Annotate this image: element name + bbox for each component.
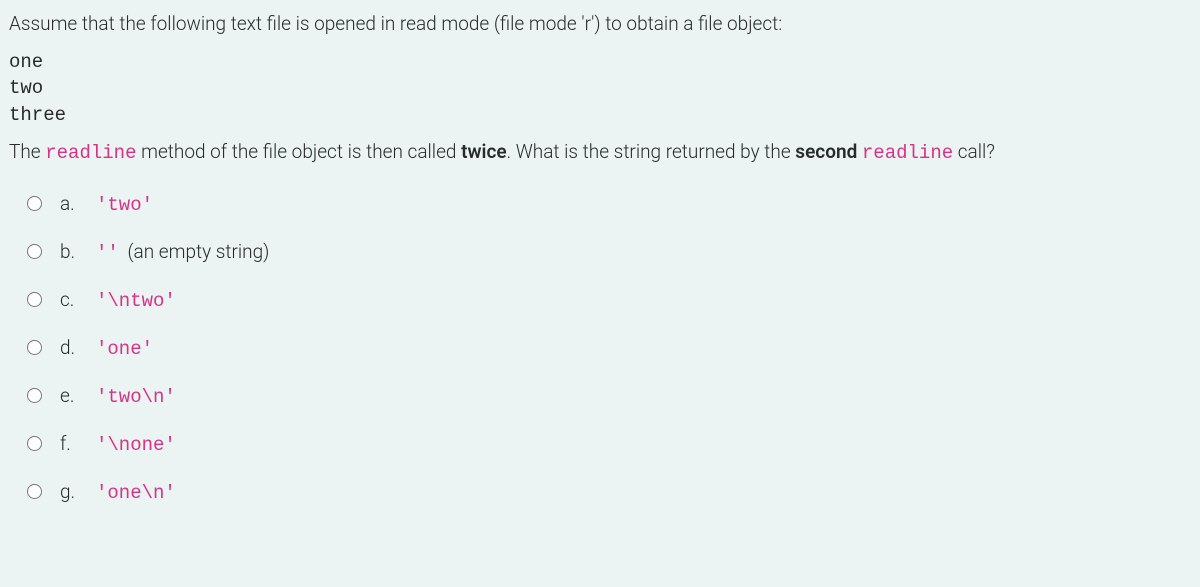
prompt-text: method of the file object is then called [136,140,461,163]
option-d[interactable]: d. 'one' [27,336,1191,360]
option-code: 'two' [96,194,153,216]
option-c[interactable]: c. '\ntwo' [27,288,1191,312]
option-content: '\ntwo' [96,288,180,312]
prompt-bold: twice [461,140,506,163]
prompt-bold: second [795,140,857,163]
option-a[interactable]: a. 'two' [27,192,1191,216]
option-code: 'one\n' [96,482,176,504]
option-e[interactable]: e. 'two\n' [27,384,1191,408]
question-prompt: The readline method of the file object i… [9,138,1191,168]
prompt-text: call? [953,140,995,163]
option-content: 'two\n' [96,384,180,408]
option-code: 'one' [96,338,153,360]
radio-d[interactable] [27,340,42,355]
option-content: '\none' [96,432,180,456]
option-content: '' (an empty string) [96,240,269,264]
prompt-code: readline [45,142,136,164]
option-letter: g. [60,480,84,503]
option-letter: a. [60,192,84,215]
option-g[interactable]: g. 'one\n' [27,480,1191,504]
option-code: '\ntwo' [96,290,176,312]
option-content: 'one\n' [96,480,180,504]
radio-a[interactable] [27,196,42,211]
option-letter: b. [60,240,84,263]
option-letter: d. [60,336,84,359]
radio-e[interactable] [27,388,42,403]
prompt-text: . What is the string returned by the [507,140,796,163]
option-code: 'two\n' [96,386,176,408]
option-letter: e. [60,384,84,407]
radio-c[interactable] [27,292,42,307]
prompt-code: readline [862,142,953,164]
option-code: '' [96,242,119,264]
option-letter: c. [60,288,84,311]
prompt-text: The [9,140,45,163]
option-extra: (an empty string) [123,240,270,263]
file-contents: one two three [9,49,1191,129]
option-f[interactable]: f. '\none' [27,432,1191,456]
radio-f[interactable] [27,436,42,451]
question-intro: Assume that the following text file is o… [9,10,1191,39]
option-code: '\none' [96,434,176,456]
options-list: a. 'two' b. '' (an empty string) c. '\nt… [9,192,1191,504]
option-letter: f. [60,432,84,455]
option-content: 'two' [96,192,157,216]
option-b[interactable]: b. '' (an empty string) [27,240,1191,264]
radio-g[interactable] [27,484,42,499]
option-content: 'one' [96,336,157,360]
radio-b[interactable] [27,244,42,259]
